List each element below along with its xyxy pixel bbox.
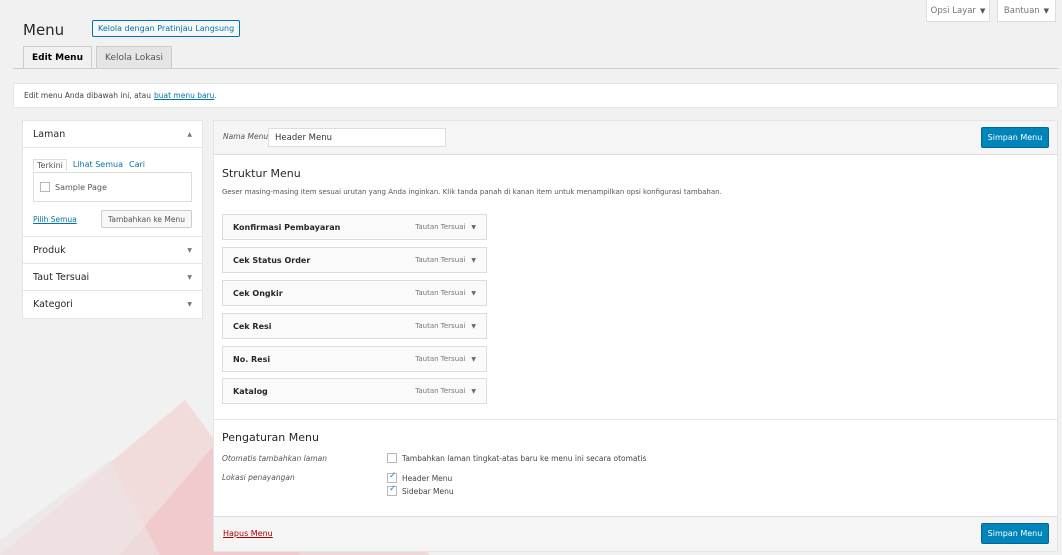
menu-management-panel: Nama Menu Header Menu Simpan Menu Strukt… bbox=[213, 120, 1058, 552]
auto-add-checkbox[interactable] bbox=[387, 453, 397, 463]
menu-name-input[interactable]: Header Menu bbox=[268, 128, 446, 147]
header-menu-checkbox[interactable] bbox=[387, 471, 397, 483]
sample-page-checkbox[interactable] bbox=[40, 182, 50, 192]
location-sidebar-row: Sidebar Menu bbox=[387, 484, 454, 496]
header-menu-label: Header Menu bbox=[402, 473, 453, 483]
accordion-products-header[interactable]: Produk ▼ bbox=[23, 237, 202, 264]
menu-item-title: Cek Status Order bbox=[233, 255, 311, 265]
menu-item-title: Cek Ongkir bbox=[233, 288, 283, 298]
menu-item-type: Tautan Tersuai bbox=[415, 256, 466, 264]
sample-page-label: Sample Page bbox=[55, 182, 107, 192]
pages-subtabs: Terkini Lihat Semua Cari bbox=[33, 157, 192, 172]
menu-header-bar: Nama Menu Header Menu Simpan Menu bbox=[214, 121, 1057, 155]
settings-divider bbox=[214, 419, 1057, 420]
notice-end: . bbox=[214, 91, 217, 100]
menu-item-title: Cek Resi bbox=[233, 321, 272, 331]
menu-item[interactable]: No. Resi Tautan Tersuai ▼ bbox=[222, 346, 487, 372]
triangle-down-icon: ▼ bbox=[1043, 6, 1050, 15]
menu-item-type: Tautan Tersuai bbox=[415, 289, 466, 297]
pages-checklist: Sample Page bbox=[33, 172, 192, 202]
menu-item-type: Tautan Tersuai bbox=[415, 387, 466, 395]
menu-item-title: Konfirmasi Pembayaran bbox=[233, 222, 341, 232]
triangle-down-icon[interactable]: ▼ bbox=[471, 290, 476, 297]
triangle-down-icon[interactable]: ▼ bbox=[471, 323, 476, 330]
triangle-down-icon[interactable]: ▼ bbox=[471, 224, 476, 231]
screen-options-label: Opsi Layar bbox=[930, 5, 976, 16]
sidebar-menu-label: Sidebar Menu bbox=[402, 486, 454, 496]
location-header-row: Header Menu bbox=[387, 471, 453, 483]
accordion-pages-body: Terkini Lihat Semua Cari Sample Page Pil… bbox=[23, 148, 202, 237]
tab-edit-menu[interactable]: Edit Menu bbox=[23, 46, 92, 69]
menu-item[interactable]: Katalog Tautan Tersuai ▼ bbox=[222, 378, 487, 404]
menu-settings-title: Pengaturan Menu bbox=[222, 431, 319, 444]
subtab-search[interactable]: Cari bbox=[129, 160, 145, 169]
help-label: Bantuan bbox=[1003, 5, 1040, 16]
accordion-pages-header[interactable]: Laman ▲ bbox=[23, 121, 202, 148]
auto-add-row: Tambahkan laman tingkat-atas baru ke men… bbox=[387, 453, 646, 463]
display-location-label: Lokasi penayangan bbox=[222, 473, 295, 482]
triangle-down-icon: ▼ bbox=[187, 246, 192, 254]
triangle-down-icon[interactable]: ▼ bbox=[471, 356, 476, 363]
create-new-menu-link[interactable]: buat menu baru bbox=[154, 91, 214, 100]
save-menu-button-bottom[interactable]: Simpan Menu bbox=[981, 523, 1049, 544]
delete-menu-link[interactable]: Hapus Menu bbox=[223, 529, 273, 538]
auto-add-label: Otomatis tambahkan laman bbox=[222, 454, 328, 463]
triangle-down-icon: ▼ bbox=[187, 273, 192, 281]
menu-structure-desc: Geser masing-masing item sesuai urutan y… bbox=[222, 188, 722, 196]
save-menu-button-top[interactable]: Simpan Menu bbox=[981, 127, 1049, 148]
pages-actions: Pilih Semua Tambahkan ke Menu bbox=[33, 210, 192, 228]
menu-item[interactable]: Cek Resi Tautan Tersuai ▼ bbox=[222, 313, 487, 339]
edit-notice: Edit menu Anda dibawah ini, atau buat me… bbox=[13, 83, 1058, 108]
page-title: Menu bbox=[23, 21, 65, 39]
triangle-up-icon: ▲ bbox=[187, 130, 192, 138]
screen-options-button[interactable]: Opsi Layar ▼ bbox=[926, 0, 990, 22]
notice-text: Edit menu Anda dibawah ini, atau bbox=[24, 91, 151, 100]
menu-item[interactable]: Cek Ongkir Tautan Tersuai ▼ bbox=[222, 280, 487, 306]
menu-item-type: Tautan Tersuai bbox=[415, 355, 466, 363]
subtab-view-all[interactable]: Lihat Semua bbox=[73, 160, 123, 169]
help-button[interactable]: Bantuan ▼ bbox=[997, 0, 1056, 22]
manage-live-preview-button[interactable]: Kelola dengan Pratinjau Langsung bbox=[92, 20, 241, 37]
accordion-categories-header[interactable]: Kategori ▼ bbox=[23, 291, 202, 318]
menu-item-title: No. Resi bbox=[233, 354, 271, 364]
accordion-custom-links-header[interactable]: Taut Tersuai ▼ bbox=[23, 264, 202, 291]
triangle-down-icon[interactable]: ▼ bbox=[471, 257, 476, 264]
accordion-custom-links-title: Taut Tersuai bbox=[33, 271, 90, 283]
tab-manage-locations[interactable]: Kelola Lokasi bbox=[96, 46, 172, 68]
accordion-products-title: Produk bbox=[33, 244, 66, 256]
auto-add-option-label: Tambahkan laman tingkat-atas baru ke men… bbox=[402, 453, 647, 463]
menu-footer-bar: Hapus Menu Simpan Menu bbox=[214, 516, 1057, 551]
menu-item[interactable]: Cek Status Order Tautan Tersuai ▼ bbox=[222, 247, 487, 273]
menu-item[interactable]: Konfirmasi Pembayaran Tautan Tersuai ▼ bbox=[222, 214, 487, 240]
triangle-down-icon: ▼ bbox=[979, 6, 986, 15]
select-all-link[interactable]: Pilih Semua bbox=[33, 215, 77, 224]
add-to-menu-button[interactable]: Tambahkan ke Menu bbox=[101, 210, 192, 228]
sidebar-menu-checkbox[interactable] bbox=[387, 484, 397, 496]
accordion-pages-title: Laman bbox=[33, 128, 66, 140]
triangle-down-icon[interactable]: ▼ bbox=[471, 388, 476, 395]
tabs-divider bbox=[13, 68, 1058, 69]
menu-structure-title: Struktur Menu bbox=[222, 167, 301, 180]
menu-name-label: Nama Menu bbox=[223, 132, 269, 141]
menu-item-type: Tautan Tersuai bbox=[415, 322, 466, 330]
triangle-down-icon: ▼ bbox=[187, 301, 192, 308]
menu-item-type: Tautan Tersuai bbox=[415, 223, 466, 231]
nav-tabs: Edit Menu Kelola Lokasi bbox=[23, 46, 172, 69]
add-menu-items-panel: Laman ▲ Terkini Lihat Semua Cari Sample … bbox=[22, 120, 203, 319]
menu-item-title: Katalog bbox=[233, 386, 268, 396]
subtab-recent[interactable]: Terkini bbox=[33, 158, 67, 171]
accordion-categories-title: Kategori bbox=[33, 299, 73, 310]
